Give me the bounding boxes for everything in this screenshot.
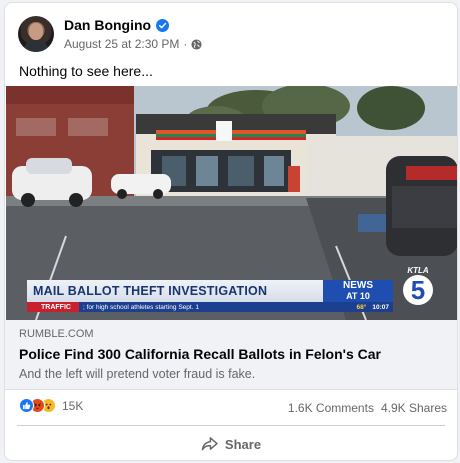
chyron-bar: MAIL BALLOT THEFT INVESTIGATION (27, 280, 323, 302)
author-avatar[interactable] (18, 16, 54, 52)
author-name[interactable]: Dan Bongino (64, 17, 151, 33)
meta-separator: · (183, 37, 188, 51)
channel-number: 5 (403, 275, 433, 305)
post-card: Dan Bongino August 25 at 2:30 PM · Nothi… (4, 2, 458, 461)
post-caption: Nothing to see here... (19, 63, 153, 79)
news-at-ten-badge: NEWS AT 10 (323, 280, 393, 302)
avatar-face (29, 23, 43, 40)
like-reaction-icon (19, 398, 34, 413)
verified-badge-icon (156, 18, 170, 32)
station-name: KTLA (407, 266, 429, 275)
post-timestamp[interactable]: August 25 at 2:30 PM (64, 37, 179, 51)
news-label: NEWS (343, 280, 373, 291)
news-time-label: AT 10 (346, 291, 370, 301)
share-label: Share (224, 436, 262, 452)
link-description: And the left will pretend voter fraud is… (19, 367, 256, 381)
ticker-status: 68° 10:07 (357, 302, 389, 312)
reaction-count: 15K (62, 398, 84, 413)
avatar-shoulders (22, 40, 50, 52)
author-row: Dan Bongino (64, 17, 170, 33)
comments-count[interactable]: 1.6K Comments (288, 401, 374, 415)
link-preview-image[interactable]: MAIL BALLOT THEFT INVESTIGATION NEWS AT … (6, 86, 457, 320)
news-ticker: TRAFFIC ; for high school athletes start… (27, 302, 393, 312)
share-button[interactable]: Share (17, 429, 445, 459)
ticker-text: ; for high school athletes starting Sept… (82, 303, 199, 311)
ktla-logo: KTLA 5 (397, 266, 439, 312)
engagement-stats: 1.6K Comments 4.9K Shares (288, 401, 447, 415)
post-meta: August 25 at 2:30 PM · (64, 37, 202, 51)
action-divider (17, 425, 445, 426)
ticker-time: 10:07 (372, 303, 389, 311)
chyron-headline: MAIL BALLOT THEFT INVESTIGATION (33, 284, 268, 298)
globe-icon[interactable] (191, 38, 202, 50)
reactions-summary[interactable]: 15K (19, 398, 83, 413)
ticker-label: TRAFFIC (27, 302, 79, 312)
shares-count[interactable]: 4.9K Shares (381, 401, 447, 415)
post-header: Dan Bongino August 25 at 2:30 PM · (18, 16, 438, 56)
engagement-bar: 15K 1.6K Comments 4.9K Shares (5, 393, 457, 421)
link-domain: RUMBLE.COM (19, 328, 94, 340)
link-headline[interactable]: Police Find 300 California Recall Ballot… (19, 346, 381, 362)
share-arrow-icon (201, 437, 218, 451)
ticker-temperature: 68° (356, 303, 367, 311)
link-preview[interactable]: RUMBLE.COM Police Find 300 California Re… (5, 320, 457, 390)
